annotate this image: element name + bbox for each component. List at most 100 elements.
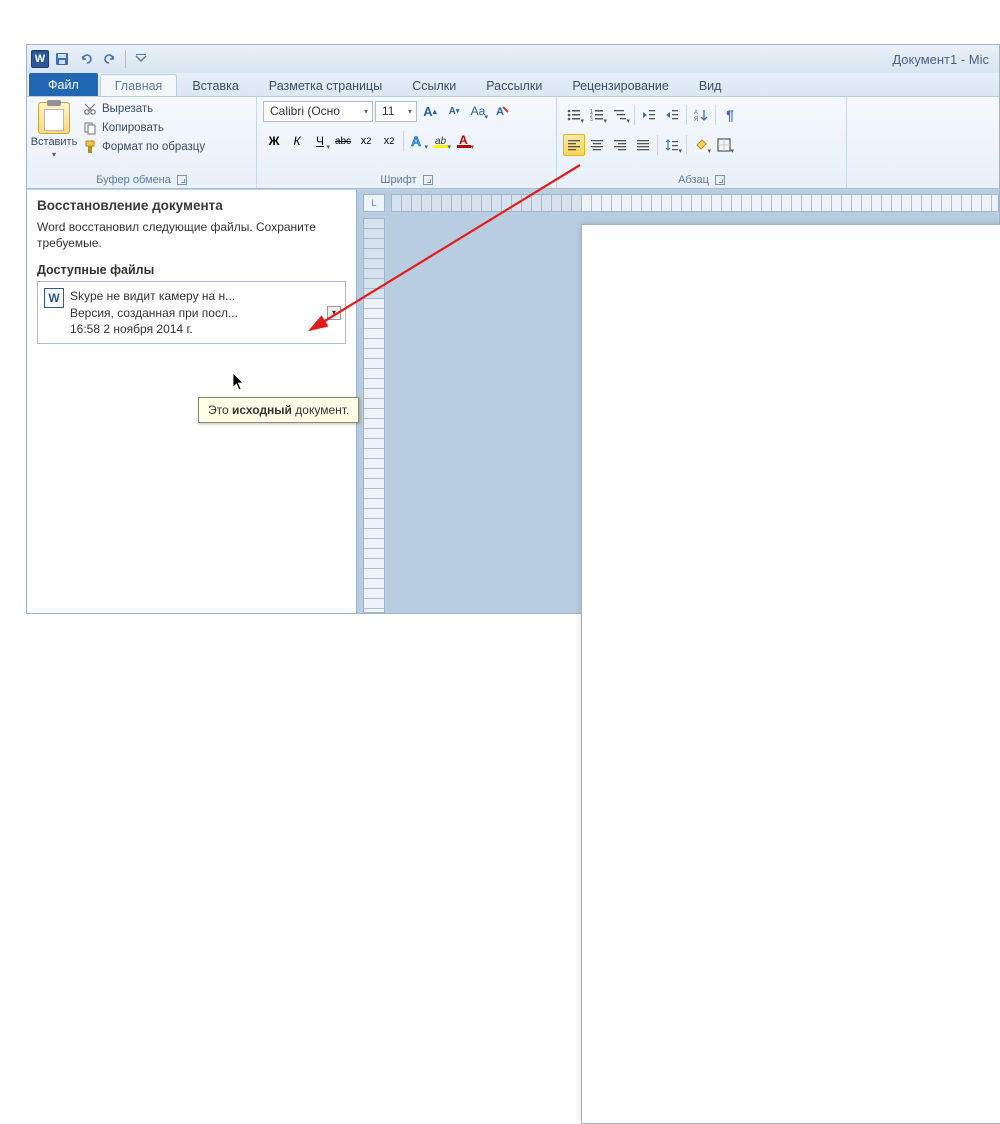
justify-button[interactable] bbox=[632, 134, 654, 156]
paragraph-dialog-launcher[interactable] bbox=[715, 175, 725, 185]
clipboard-group-label: Буфер обмена bbox=[96, 174, 171, 186]
decrease-indent-button[interactable] bbox=[638, 104, 660, 126]
sort-button[interactable]: AЯ bbox=[690, 104, 712, 126]
recovery-item[interactable]: W Skype не видит камеру на н... Версия, … bbox=[37, 281, 346, 344]
separator bbox=[686, 105, 687, 125]
vertical-ruler[interactable] bbox=[363, 218, 385, 613]
strike-button[interactable]: abc bbox=[332, 130, 354, 152]
tab-references[interactable]: Ссылки bbox=[397, 74, 471, 96]
title-bar: W Документ1 - Mic bbox=[27, 45, 999, 73]
indent-icon bbox=[664, 107, 680, 123]
tab-view[interactable]: Вид bbox=[684, 74, 737, 96]
highlight-button[interactable]: ab▾ bbox=[430, 130, 452, 152]
change-case-button[interactable]: Aa▾ bbox=[467, 100, 489, 122]
multilevel-button[interactable]: ▾ bbox=[609, 104, 631, 126]
cut-label: Вырезать bbox=[102, 103, 153, 115]
paste-label: Вставить bbox=[31, 136, 78, 148]
sort-icon: AЯ bbox=[693, 107, 709, 123]
ribbon-tabs: Файл Главная Вставка Разметка страницы С… bbox=[27, 73, 999, 97]
recovery-item-title: Skype не видит камеру на н... bbox=[70, 288, 238, 304]
quick-access-toolbar: W bbox=[31, 48, 152, 70]
font-name-combo[interactable]: Calibri (Осно▾ bbox=[263, 101, 373, 122]
tooltip: Это исходный документ. bbox=[198, 397, 359, 423]
paste-button[interactable]: Вставить ▾ bbox=[33, 100, 75, 161]
bullets-button[interactable]: ▾ bbox=[563, 104, 585, 126]
format-painter-button[interactable]: Формат по образцу bbox=[79, 138, 208, 156]
align-left-button[interactable] bbox=[563, 134, 585, 156]
text-effects-button[interactable]: A▾ bbox=[407, 130, 429, 152]
document-area: L bbox=[357, 190, 999, 613]
tab-page-layout[interactable]: Разметка страницы bbox=[254, 74, 397, 96]
align-center-button[interactable] bbox=[586, 134, 608, 156]
tab-home[interactable]: Главная bbox=[100, 74, 178, 96]
shrink-font-button[interactable]: A▾ bbox=[443, 100, 465, 122]
separator bbox=[686, 135, 687, 155]
clear-formatting-button[interactable]: A bbox=[491, 100, 513, 122]
tooltip-bold: исходный bbox=[232, 403, 292, 417]
ruler-ticks bbox=[364, 219, 384, 612]
group-font: Calibri (Осно▾ 11▾ A▴ A▾ Aa▾ A Ж К Ч▾ ab… bbox=[257, 97, 557, 188]
italic-button[interactable]: К bbox=[286, 130, 308, 152]
ribbon: Вставить ▾ Вырезать Копировать Формат по… bbox=[27, 97, 999, 189]
horizontal-ruler[interactable] bbox=[391, 194, 999, 212]
separator bbox=[657, 135, 658, 155]
font-color-button[interactable]: A▾ bbox=[453, 130, 475, 152]
mouse-cursor-icon bbox=[232, 372, 246, 392]
borders-button[interactable]: ▾ bbox=[713, 134, 735, 156]
font-size-combo[interactable]: 11▾ bbox=[375, 101, 417, 122]
align-center-icon bbox=[589, 137, 605, 153]
recovery-item-dropdown[interactable]: ▾ bbox=[327, 306, 341, 320]
font-group-label: Шрифт bbox=[380, 174, 416, 186]
font-dialog-launcher[interactable] bbox=[423, 175, 433, 185]
undo-icon bbox=[78, 51, 94, 67]
numbering-button[interactable]: 123▾ bbox=[586, 104, 608, 126]
qat-customize-button[interactable] bbox=[130, 48, 152, 70]
tab-insert[interactable]: Вставка bbox=[177, 74, 253, 96]
recovery-title: Восстановление документа bbox=[37, 198, 346, 213]
font-size-value: 11 bbox=[382, 104, 394, 118]
grow-font-button[interactable]: A▴ bbox=[419, 100, 441, 122]
superscript-button[interactable]: x2 bbox=[378, 130, 400, 152]
shading-button[interactable]: ▾ bbox=[690, 134, 712, 156]
svg-text:A: A bbox=[459, 133, 468, 147]
tab-review[interactable]: Рецензирование bbox=[557, 74, 684, 96]
ruler-ticks bbox=[392, 195, 998, 211]
save-icon bbox=[54, 51, 70, 67]
redo-icon bbox=[102, 51, 118, 67]
svg-text:Я: Я bbox=[694, 117, 698, 123]
redo-button[interactable] bbox=[99, 48, 121, 70]
copy-icon bbox=[82, 120, 98, 136]
cut-button[interactable]: Вырезать bbox=[79, 100, 208, 118]
copy-button[interactable]: Копировать bbox=[79, 119, 208, 137]
save-button[interactable] bbox=[51, 48, 73, 70]
underline-label: Ч bbox=[316, 134, 324, 148]
tooltip-prefix: Это bbox=[208, 403, 232, 417]
tab-file[interactable]: Файл bbox=[29, 73, 98, 96]
subscript-button[interactable]: x2 bbox=[355, 130, 377, 152]
font-name-value: Calibri (Осно bbox=[270, 104, 340, 118]
svg-text:3: 3 bbox=[590, 117, 593, 123]
separator bbox=[634, 105, 635, 125]
group-paragraph: ▾ 123▾ ▾ AЯ ¶ ▾ bbox=[557, 97, 847, 188]
justify-icon bbox=[635, 137, 651, 153]
recovery-item-date: 16:58 2 ноября 2014 г. bbox=[70, 321, 238, 337]
line-spacing-button[interactable]: ▾ bbox=[661, 134, 683, 156]
show-marks-button[interactable]: ¶ bbox=[719, 104, 741, 126]
document-page[interactable] bbox=[581, 224, 1000, 1124]
align-right-button[interactable] bbox=[609, 134, 631, 156]
align-left-icon bbox=[566, 137, 582, 153]
tooltip-suffix: документ. bbox=[292, 403, 349, 417]
clipboard-dialog-launcher[interactable] bbox=[177, 175, 187, 185]
align-right-icon bbox=[612, 137, 628, 153]
eraser-icon: A bbox=[494, 103, 510, 119]
paste-icon bbox=[38, 102, 70, 134]
separator bbox=[715, 105, 716, 125]
increase-indent-button[interactable] bbox=[661, 104, 683, 126]
tab-mailings[interactable]: Рассылки bbox=[471, 74, 557, 96]
underline-button[interactable]: Ч▾ bbox=[309, 130, 331, 152]
bold-button[interactable]: Ж bbox=[263, 130, 285, 152]
copy-label: Копировать bbox=[102, 122, 164, 134]
ruler-corner[interactable]: L bbox=[363, 194, 385, 212]
undo-button[interactable] bbox=[75, 48, 97, 70]
svg-text:A: A bbox=[411, 133, 421, 149]
